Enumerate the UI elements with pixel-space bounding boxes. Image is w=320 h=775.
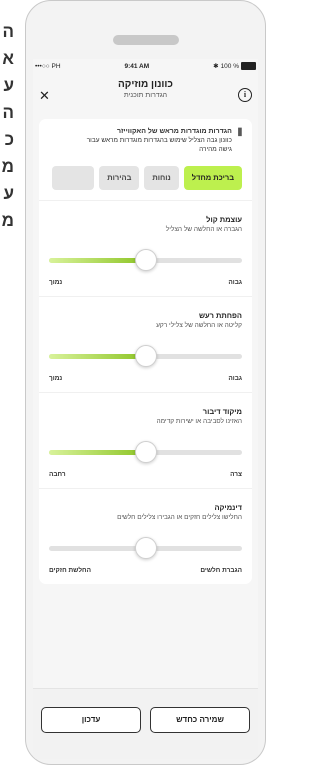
slider-max-label: גבוה — [228, 375, 242, 382]
presets-text: הגדרות מוגדרות מראש של האקווייזר כוונון … — [49, 127, 238, 154]
page-subtitle: הגדרות תוכנית — [123, 92, 168, 99]
volume-slider[interactable] — [49, 249, 242, 271]
preset-chip-clarity[interactable]: בהירות — [99, 166, 140, 190]
close-icon[interactable]: ✕ — [39, 89, 50, 102]
preset-chips: בריכת מחדל נוחות בהירות — [39, 154, 252, 200]
background-text: ה א ע ה כ מ ע מ — [1, 22, 14, 230]
presets-card: הגדרות מוגדרות מראש של האקווייזר כוונון … — [39, 119, 252, 584]
speech-focus-slider[interactable] — [49, 441, 242, 463]
slider-max-label: צרה — [230, 471, 242, 478]
battery-icon — [241, 62, 256, 70]
setting-description: החלישו צלילים חזקים או הגבירו צלילים חלש… — [117, 514, 242, 521]
slider-thumb[interactable] — [134, 537, 157, 559]
screen-header: ✕ כוונון מוזיקה הגדרות תוכנית i — [33, 79, 258, 115]
info-icon[interactable]: i — [238, 88, 252, 102]
status-bar: •••○○ PH 9:41 AM ✱ 100 % — [33, 59, 258, 73]
slider-min-label: נמוך — [49, 279, 63, 286]
slider-thumb[interactable] — [134, 249, 157, 271]
slider-max-label: גבוה — [228, 279, 242, 286]
save-as-new-button[interactable]: שמירה כחדש — [150, 707, 250, 733]
phone-frame: •••○○ PH 9:41 AM ✱ 100 % ✕ כוונון מוזיקה… — [25, 0, 266, 765]
setting-description: הגברה או החלשה של הצליל — [165, 226, 242, 233]
setting-dynamics: דינמיקה החלישו צלילים חזקים או הגבירו צל… — [39, 488, 252, 584]
slider-fill — [49, 354, 146, 359]
slider-fill — [49, 450, 146, 455]
status-time: 9:41 AM — [124, 62, 150, 70]
page-title: כוונון מוזיקה — [118, 79, 173, 90]
presets-header: הגדרות מוגדרות מראש של האקווייזר כוונון … — [39, 127, 252, 154]
setting-volume: עוצמת קול הגברה או החלשה של הצליל גבוה נ… — [39, 200, 252, 296]
slider-thumb[interactable] — [134, 345, 157, 367]
presets-title: הגדרות מוגדרות מראש של האקווייזר — [116, 128, 232, 135]
slider-range-labels: הגברת חלשים החלשת חזקים — [49, 567, 242, 574]
slider-min-label: רחבה — [49, 471, 66, 478]
slider-range-labels: גבוה נמוך — [49, 279, 242, 286]
app-screen: •••○○ PH 9:41 AM ✱ 100 % ✕ כוונון מוזיקה… — [33, 59, 258, 759]
equalizer-sliders-icon[interactable]: ⫼ — [238, 127, 242, 154]
update-button[interactable]: עדכון — [41, 707, 141, 733]
slider-min-label: נמוך — [49, 375, 63, 382]
preset-chip-more[interactable] — [52, 166, 95, 190]
setting-title: מיקוד דיבור — [202, 407, 242, 416]
slider-range-labels: צרה רחבה — [49, 471, 242, 478]
setting-speech-focus: מיקוד דיבור האזינו לסביבה או ישירות קדימ… — [39, 392, 252, 488]
preset-chip-comfort[interactable]: נוחות — [144, 166, 179, 190]
setting-title: עוצמת קול — [206, 215, 242, 224]
slider-range-labels: גבוה נמוך — [49, 375, 242, 382]
slider-max-label: הגברת חלשים — [200, 567, 242, 574]
setting-title: דינמיקה — [214, 503, 242, 512]
setting-noise-reduction: הפחתת רעש קליטה או החלשה של צלילי רקע גב… — [39, 296, 252, 392]
battery-status: ✱ 100 % — [213, 62, 256, 70]
presets-description: כוונון גבה הצליל שימוש בהגדרות מוגדרות מ… — [86, 137, 232, 153]
dynamics-slider[interactable] — [49, 537, 242, 559]
setting-description: קליטה או החלשה של צלילי רקע — [156, 322, 242, 329]
footer-bar: שמירה כחדש עדכון — [33, 688, 258, 759]
setting-description: האזינו לסביבה או ישירות קדימה — [156, 418, 242, 425]
preset-chip-default[interactable]: בריכת מחדל — [183, 166, 242, 190]
slider-thumb[interactable] — [134, 441, 157, 463]
slider-fill — [49, 258, 146, 263]
slider-min-label: החלשת חזקים — [49, 567, 91, 574]
carrier-label: •••○○ PH — [35, 62, 61, 70]
battery-percent: 100 % — [220, 62, 239, 70]
noise-reduction-slider[interactable] — [49, 345, 242, 367]
phone-speaker — [112, 35, 179, 45]
setting-title: הפחתת רעש — [198, 311, 242, 320]
bluetooth-icon: ✱ — [213, 63, 219, 70]
